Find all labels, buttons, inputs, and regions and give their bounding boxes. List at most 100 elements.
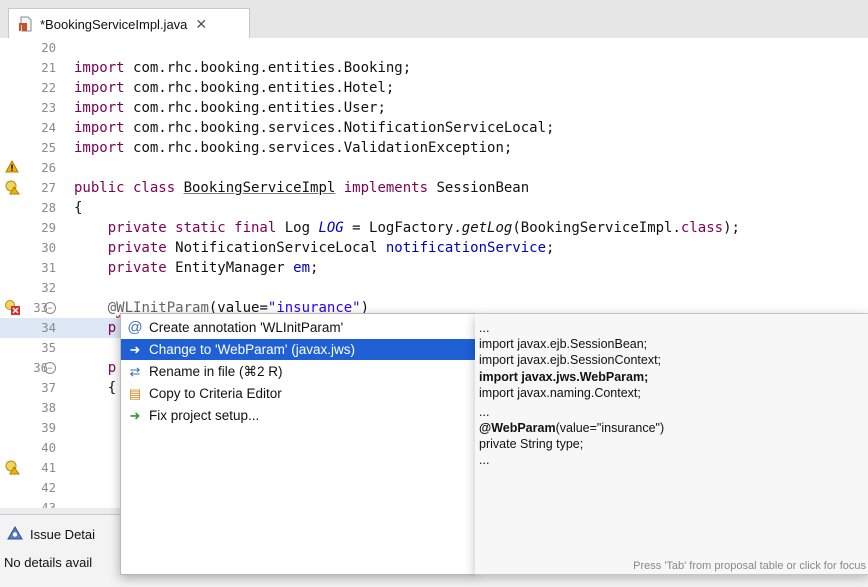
issue-details-label: Issue Detai bbox=[30, 527, 96, 542]
fold-toggle-icon[interactable]: − bbox=[44, 302, 56, 314]
svg-text:J: J bbox=[20, 24, 23, 32]
preview-line: import javax.naming.Context; bbox=[479, 386, 641, 400]
line-number: 34 bbox=[41, 321, 56, 335]
proposal-change-to-webparam[interactable]: ➜ Change to 'WebParam' (javax.jws) bbox=[121, 339, 476, 360]
line-number: 29 bbox=[41, 221, 56, 235]
preview-line: private String type; bbox=[479, 437, 584, 451]
keyword: import bbox=[74, 100, 134, 116]
code-text: NotificationServiceLocal bbox=[175, 240, 386, 256]
code-text: com.rhc.booking.services.ValidationExcep… bbox=[133, 140, 513, 156]
preview-footer-hint: Press 'Tab' from proposal table or click… bbox=[633, 560, 866, 572]
issue-details-title[interactable]: Issue Detai bbox=[6, 525, 95, 544]
code-text: com.rhc.booking.entities.User; bbox=[133, 100, 386, 116]
line-number: 43 bbox=[41, 501, 56, 508]
code-line: 21 import com.rhc.booking.entities.Booki… bbox=[0, 58, 868, 78]
code-line: 27 public class BookingServiceImpl imple… bbox=[0, 178, 868, 198]
line-number: 35 bbox=[41, 341, 56, 355]
keyword: private static final bbox=[107, 220, 285, 236]
proposal-label: Fix project setup... bbox=[149, 408, 260, 423]
keyword: import bbox=[74, 60, 134, 76]
criteria-editor-icon: ▤ bbox=[128, 385, 142, 401]
line-number: 23 bbox=[41, 101, 56, 115]
code-text: p bbox=[107, 360, 117, 376]
quickfix-proposal-list[interactable]: @ Create annotation 'WLInitParam' ➜ Chan… bbox=[120, 313, 477, 575]
proposal-create-annotation[interactable]: @ Create annotation 'WLInitParam' bbox=[121, 317, 476, 338]
preview-line-changed: @WebParam(value="insurance") bbox=[479, 420, 664, 437]
error-icon[interactable] bbox=[5, 300, 20, 315]
line-number: 42 bbox=[41, 481, 56, 495]
proposal-rename-in-file[interactable]: ⇄ Rename in file (⌘2 R) bbox=[121, 361, 476, 382]
code-line: 29 private static final Log LOG = LogFac… bbox=[0, 218, 868, 238]
code-text: { bbox=[107, 380, 117, 396]
code-line: 31 private EntityManager em; bbox=[0, 258, 868, 278]
line-number: 27 bbox=[41, 181, 56, 195]
method-name: getLog bbox=[461, 220, 513, 236]
code-text: com.rhc.booking.entities.Booking; bbox=[133, 60, 412, 76]
preview-text: (value="insurance") bbox=[555, 421, 665, 435]
line-number: 41 bbox=[41, 461, 56, 475]
code-text: ; bbox=[310, 260, 319, 276]
line-number: 26 bbox=[41, 161, 56, 175]
code-text: (BookingServiceImpl. bbox=[512, 220, 681, 236]
code-line: 26 bbox=[0, 158, 868, 178]
preview-line: import javax.ejb.SessionContext; bbox=[479, 353, 662, 367]
code-text: ; bbox=[546, 240, 555, 256]
keyword: private bbox=[107, 260, 176, 276]
line-number: 25 bbox=[41, 141, 56, 155]
code-text: ); bbox=[723, 220, 740, 236]
proposal-fix-project-setup[interactable]: ➜ Fix project setup... bbox=[121, 405, 476, 426]
java-file-icon: J bbox=[18, 16, 34, 32]
preview-line: ... bbox=[479, 321, 490, 335]
preview-line: ... bbox=[479, 405, 490, 419]
line-number: 21 bbox=[41, 61, 56, 75]
proposal-label: Create annotation 'WLInitParam' bbox=[149, 320, 344, 335]
warning-icon[interactable] bbox=[5, 159, 20, 175]
code-text: = LogFactory. bbox=[343, 220, 462, 236]
code-line: 30 private NotificationServiceLocal noti… bbox=[0, 238, 868, 258]
line-number: 37 bbox=[41, 381, 56, 395]
fix-arrow-icon: ➜ bbox=[129, 407, 141, 423]
annotation-icon: @ bbox=[127, 319, 143, 336]
code-line: 28 { bbox=[0, 198, 868, 218]
keyword: import bbox=[74, 120, 134, 136]
class-name: BookingServiceImpl bbox=[183, 180, 336, 196]
code-text: EntityManager bbox=[175, 260, 294, 276]
proposal-label: Rename in file (⌘2 R) bbox=[149, 363, 283, 379]
code-text: p bbox=[107, 320, 117, 336]
keyword: private bbox=[107, 240, 176, 256]
code-line: 25 import com.rhc.booking.services.Valid… bbox=[0, 138, 868, 158]
field-name: notificationService bbox=[385, 240, 547, 256]
code-text: { bbox=[74, 200, 83, 216]
field-name: LOG bbox=[318, 220, 344, 236]
code-line: 22 import com.rhc.booking.entities.Hotel… bbox=[0, 78, 868, 98]
line-number: 24 bbox=[41, 121, 56, 135]
keyword: import bbox=[74, 140, 134, 156]
quickfix-warning-icon[interactable] bbox=[5, 180, 20, 195]
issue-details-icon bbox=[6, 525, 24, 544]
rename-icon: ⇄ bbox=[129, 363, 141, 379]
change-arrow-icon: ➜ bbox=[129, 341, 141, 357]
keyword: public class bbox=[74, 180, 184, 196]
code-text: SessionBean bbox=[436, 180, 530, 196]
editor-tab[interactable]: J *BookingServiceImpl.java ✕ bbox=[8, 8, 250, 39]
proposal-copy-to-criteria[interactable]: ▤ Copy to Criteria Editor bbox=[121, 383, 476, 404]
proposal-label: Change to 'WebParam' (javax.jws) bbox=[149, 342, 355, 357]
code-line: 23 import com.rhc.booking.entities.User; bbox=[0, 98, 868, 118]
proposal-preview[interactable]: ... import javax.ejb.SessionBean; import… bbox=[475, 313, 868, 575]
close-icon[interactable]: ✕ bbox=[195, 16, 207, 33]
field-name: em bbox=[293, 260, 311, 276]
editor-tab-bar: J *BookingServiceImpl.java ✕ bbox=[0, 0, 868, 39]
tab-title: *BookingServiceImpl.java bbox=[40, 16, 188, 32]
keyword: import bbox=[74, 80, 134, 96]
fold-toggle-icon[interactable]: − bbox=[44, 362, 56, 374]
line-number: 31 bbox=[41, 261, 56, 275]
code-line: 24 import com.rhc.booking.services.Notif… bbox=[0, 118, 868, 138]
quickfix-warning-icon[interactable] bbox=[5, 460, 20, 475]
line-number: 22 bbox=[41, 81, 56, 95]
line-number: 38 bbox=[41, 401, 56, 415]
code-line: 20 bbox=[0, 38, 868, 58]
line-number: 28 bbox=[41, 201, 56, 215]
preview-line-added: import javax.jws.WebParam; bbox=[479, 370, 649, 384]
line-number: 30 bbox=[41, 241, 56, 255]
no-details-text: No details avail bbox=[4, 555, 93, 570]
